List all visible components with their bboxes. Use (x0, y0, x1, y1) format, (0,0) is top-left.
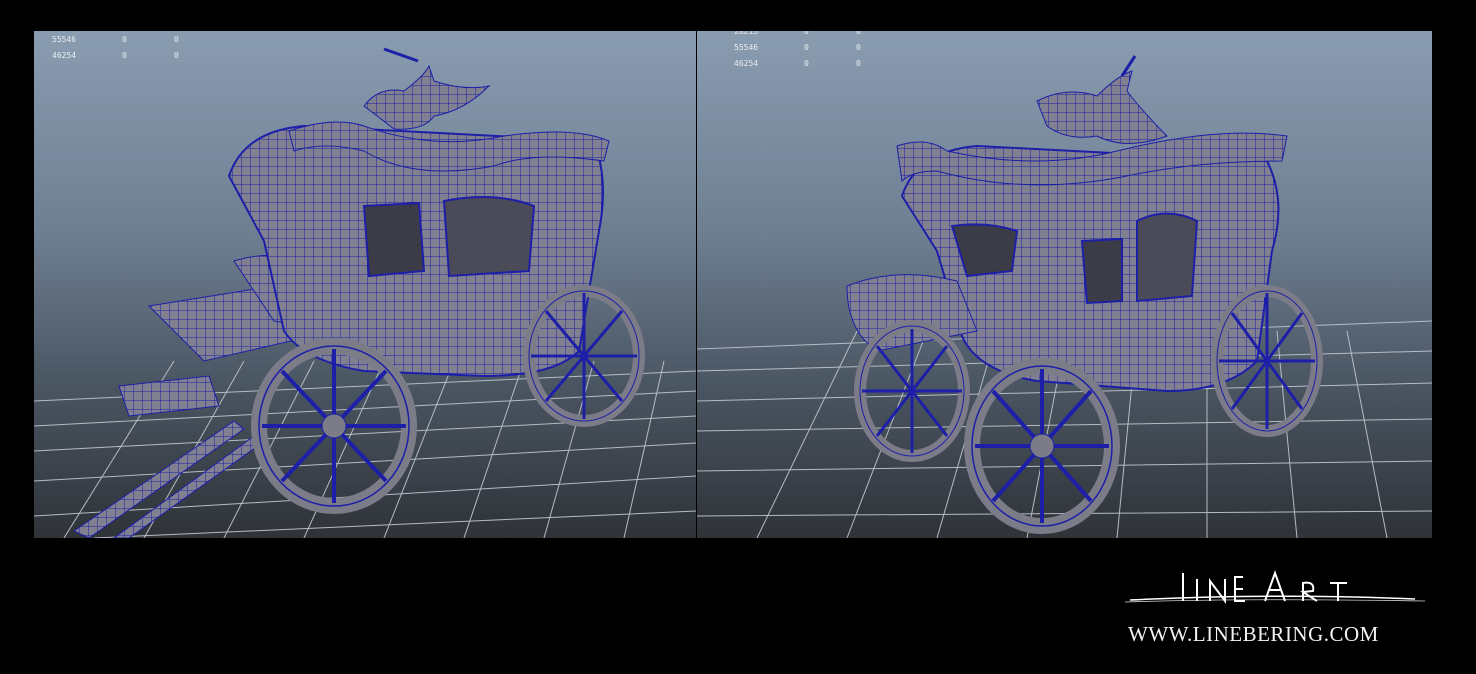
viewport-left[interactable]: 55546 0 0 46254 0 0 (34, 31, 696, 538)
stat-value: 0 (122, 51, 127, 60)
stat-value: 55546 (52, 35, 77, 44)
carriage-model-right[interactable] (846, 55, 1323, 534)
poly-stats-left: 55546 0 0 46254 0 0 (52, 32, 179, 64)
lineart-logo (1125, 570, 1425, 604)
wheel-front-right (964, 358, 1120, 534)
wheel-rear-left (523, 285, 645, 427)
stat-value: 0 (804, 43, 809, 52)
stat-value: 0 (174, 35, 179, 44)
stats-row: 46254 0 0 (734, 56, 861, 72)
viewport-right-canvas[interactable] (697, 31, 1432, 538)
stat-value: 28213 (734, 31, 759, 36)
stat-value: 0 (804, 59, 809, 68)
stat-value: 0 (856, 31, 861, 36)
stats-row: 55546 0 0 (52, 32, 179, 48)
stats-row: 28213 0 0 (734, 31, 861, 40)
stats-row: 55546 0 0 (734, 40, 861, 56)
site-url[interactable]: WWW.LINEBERING.COM (1128, 622, 1379, 647)
carriage-model-left[interactable] (72, 47, 645, 538)
stat-value: 0 (856, 43, 861, 52)
stat-value: 46254 (52, 51, 77, 60)
stat-value: 0 (804, 31, 809, 36)
viewport-right[interactable]: 28213 0 0 55546 0 0 46254 0 0 (697, 31, 1432, 538)
stat-value: 46254 (734, 59, 759, 68)
wheel-back-right (854, 320, 970, 462)
stat-value: 0 (174, 51, 179, 60)
stat-value: 0 (122, 35, 127, 44)
stat-value: 55546 (734, 43, 759, 52)
poly-stats-right: 28213 0 0 55546 0 0 46254 0 0 (734, 31, 861, 72)
viewport-left-canvas[interactable] (34, 31, 696, 538)
stats-row: 46254 0 0 (52, 48, 179, 64)
wheel-front-left (251, 338, 417, 514)
wheel-rear-right (1211, 285, 1323, 437)
stat-value: 0 (856, 59, 861, 68)
